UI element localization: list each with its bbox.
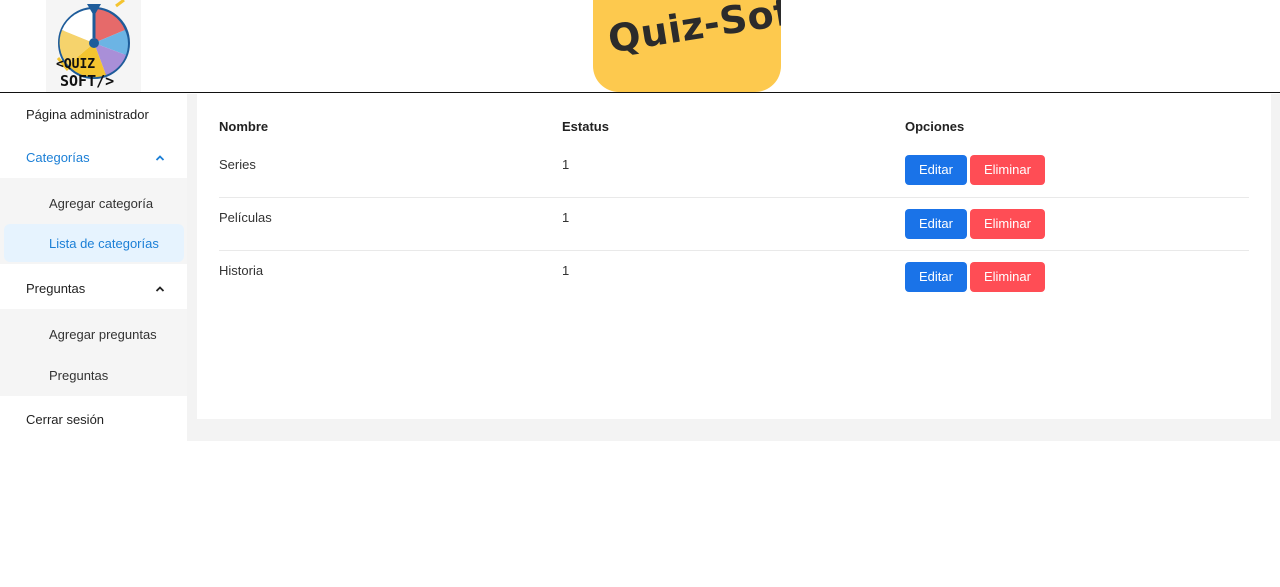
cell-options: Editar Eliminar: [905, 249, 1249, 303]
table-row: Historia 1 Editar Eliminar: [219, 249, 1249, 303]
chevron-up-icon: [155, 154, 165, 161]
category-table: Nombre Estatus Opciones Series 1 Editar E…: [219, 108, 1249, 303]
edit-button[interactable]: Editar: [905, 155, 967, 186]
cell-name: Series: [219, 144, 562, 197]
sidebar-item-label: Página administrador: [26, 107, 149, 122]
app-title: Quiz-Soft: [605, 0, 781, 62]
table-row: Series 1 Editar Eliminar: [219, 144, 1249, 197]
sidebar-item-admin-page[interactable]: Página administrador: [0, 94, 187, 135]
sidebar-item-question-list[interactable]: Preguntas: [4, 356, 184, 394]
quiz-wheel-logo-icon: <QUIZ SOFT/>: [56, 0, 130, 90]
chevron-up-icon: [155, 285, 165, 292]
cell-status: 1: [562, 249, 905, 303]
cell-status: 1: [562, 196, 905, 250]
sidebar-item-label: Agregar preguntas: [49, 326, 157, 342]
sidebar-item-add-questions[interactable]: Agregar preguntas: [4, 315, 184, 353]
category-name: Películas: [219, 210, 272, 225]
sidebar-item-category-list[interactable]: Lista de categorías: [4, 224, 184, 262]
delete-button[interactable]: Eliminar: [969, 155, 1045, 186]
column-header-status: Estatus: [562, 118, 609, 134]
questions-submenu: Agregar preguntas Preguntas: [0, 309, 187, 396]
delete-button[interactable]: Eliminar: [969, 208, 1045, 239]
category-status: 1: [562, 210, 570, 225]
sidebar-item-label: Lista de categorías: [49, 235, 159, 251]
sidebar-item-label: Preguntas: [26, 281, 86, 296]
svg-text:SOFT/>: SOFT/>: [60, 72, 114, 90]
app-banner: Quiz-Soft: [593, 0, 781, 92]
category-status: 1: [562, 156, 570, 172]
category-name: Series: [219, 156, 256, 172]
table-row: Películas 1 Editar Eliminar: [219, 196, 1249, 250]
categories-submenu: Agregar categoría Lista de categorías: [0, 178, 187, 264]
app-header: <QUIZ SOFT/> Quiz-Soft: [0, 0, 1280, 93]
sidebar-item-add-category[interactable]: Agregar categoría: [4, 184, 184, 222]
column-header-name: Nombre: [219, 118, 269, 134]
table-header-row: Nombre Estatus Opciones: [219, 108, 1249, 144]
svg-text:<QUIZ: <QUIZ: [56, 57, 95, 72]
sidebar-item-label: Preguntas: [49, 367, 109, 383]
sidebar-nav: Página administrador Categorías Agregar …: [0, 94, 187, 441]
edit-button[interactable]: Editar: [905, 208, 967, 239]
category-status: 1: [562, 263, 570, 279]
cell-name: Películas: [219, 196, 562, 250]
sidebar-item-label: Categorías: [26, 150, 90, 165]
edit-button[interactable]: Editar: [905, 261, 967, 292]
sidebar-item-categories[interactable]: Categorías: [0, 137, 187, 178]
category-list-card: Nombre Estatus Opciones Series 1 Editar E…: [197, 94, 1271, 419]
sidebar-item-questions[interactable]: Preguntas: [0, 268, 187, 309]
delete-button[interactable]: Eliminar: [969, 261, 1045, 292]
sidebar-item-logout[interactable]: Cerrar sesión: [0, 399, 187, 440]
cell-options: Editar Eliminar: [905, 144, 1249, 197]
sidebar-item-label: Cerrar sesión: [26, 412, 105, 427]
cell-name: Historia: [219, 249, 562, 303]
quiz-soft-logo[interactable]: <QUIZ SOFT/>: [46, 0, 141, 92]
sidebar-item-label: Agregar categoría: [49, 195, 154, 211]
cell-options: Editar Eliminar: [905, 196, 1249, 250]
category-name: Historia: [219, 263, 264, 279]
column-header-options: Opciones: [905, 118, 965, 134]
cell-status: 1: [562, 144, 905, 197]
